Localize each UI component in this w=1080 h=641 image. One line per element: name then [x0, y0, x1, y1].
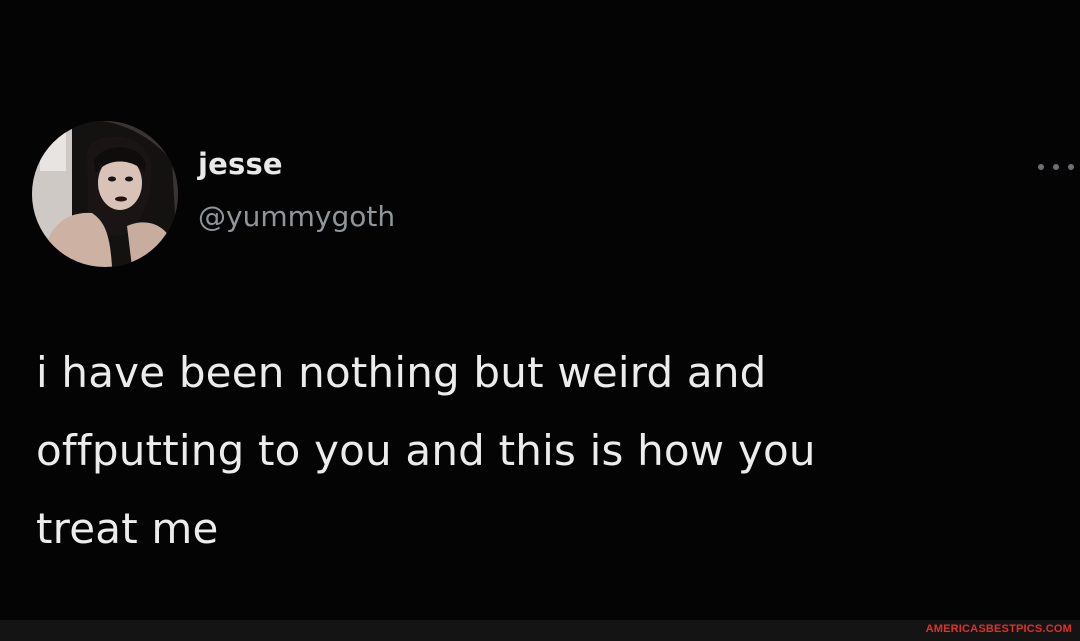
tweet-text: i have been nothing but weird and offput…: [36, 334, 1046, 568]
more-options-icon[interactable]: [1038, 160, 1074, 174]
tweet-text-line: treat me: [36, 504, 219, 553]
dot: [1038, 164, 1044, 170]
tweet-card: jesse @yummygoth i have been nothing but…: [0, 0, 1080, 620]
footer-bar: AMERICASBESTPICS.COM: [0, 620, 1080, 641]
tweet-text-line: i have been nothing but weird and: [36, 348, 767, 397]
display-name[interactable]: jesse: [198, 150, 283, 179]
dot: [1053, 164, 1059, 170]
avatar[interactable]: [32, 121, 178, 267]
user-handle[interactable]: @yummygoth: [198, 203, 395, 231]
watermark: AMERICASBESTPICS.COM: [925, 623, 1072, 635]
dot: [1068, 164, 1074, 170]
tweet-text-line: offputting to you and this is how you: [36, 426, 816, 475]
